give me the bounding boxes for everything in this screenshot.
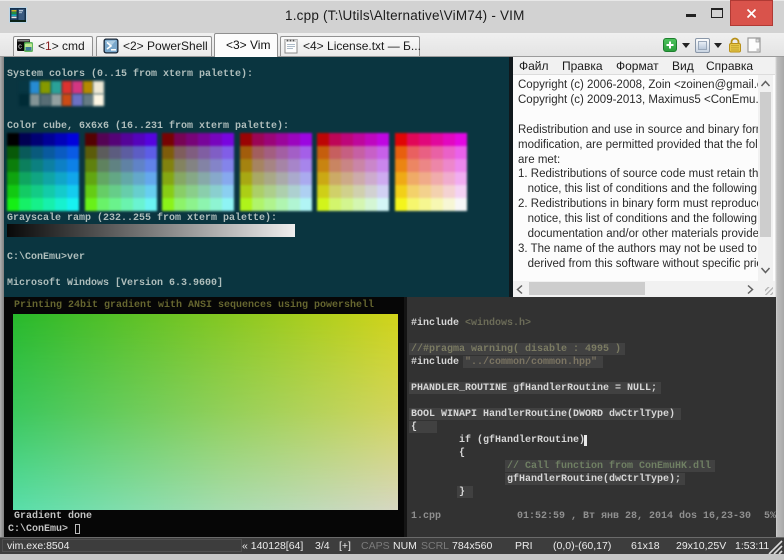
svg-text:c: c xyxy=(18,44,22,52)
